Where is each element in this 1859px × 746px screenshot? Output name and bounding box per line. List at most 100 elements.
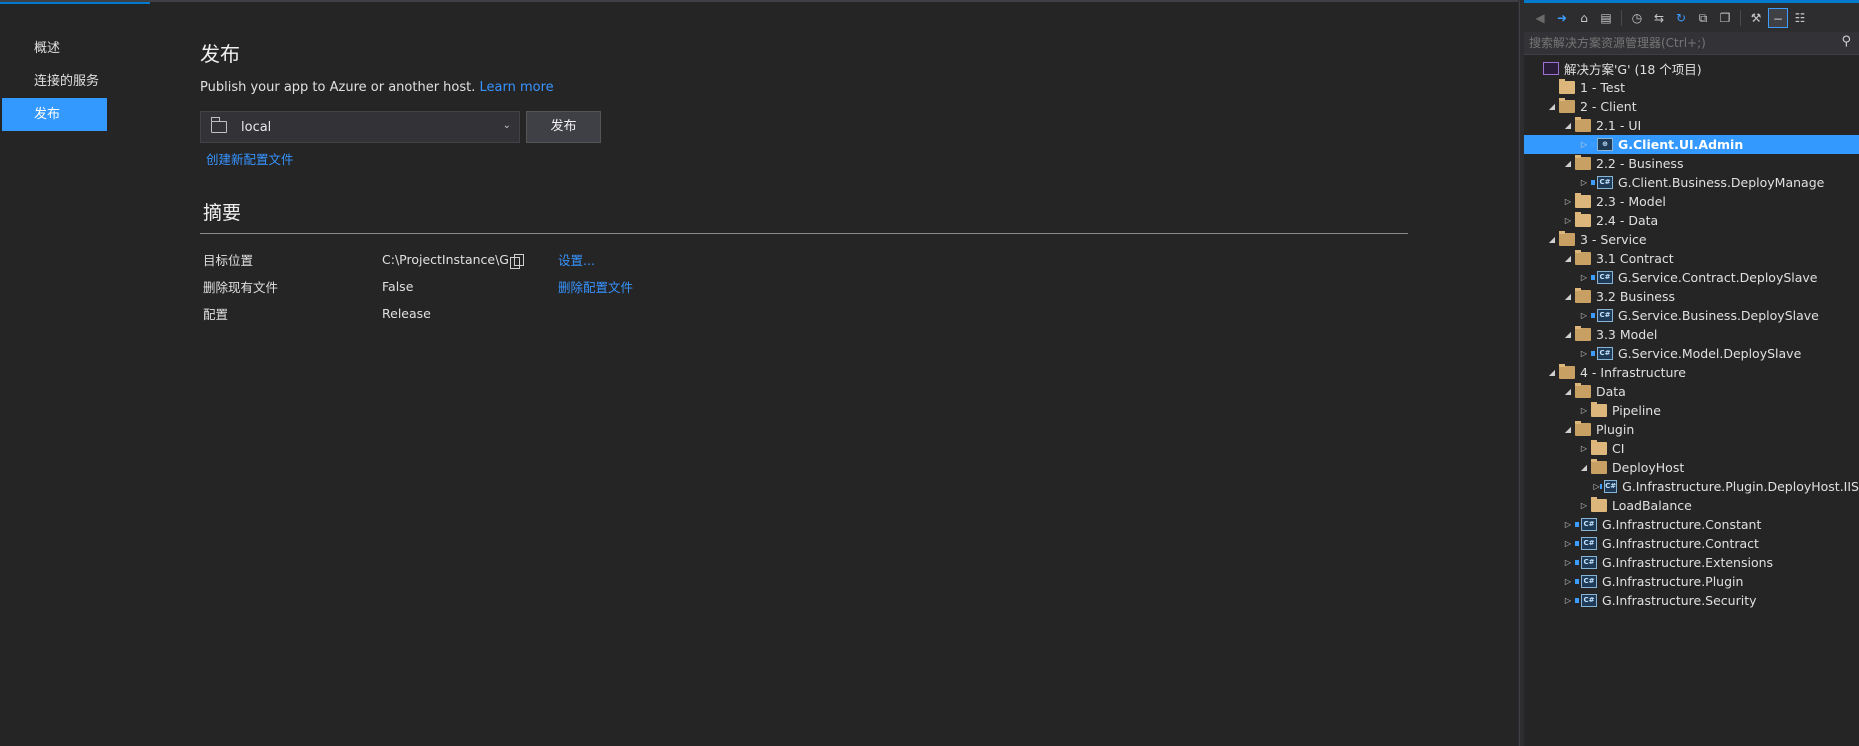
publish-button[interactable]: 发布 <box>526 111 601 143</box>
expanded-arrow-icon[interactable]: ◢ <box>1561 425 1575 434</box>
refresh-icon[interactable]: ↻ <box>1671 8 1691 28</box>
folder-open-icon <box>1575 326 1591 341</box>
folder-icon <box>1591 440 1607 455</box>
csharp-project-icon: C# <box>1604 480 1618 493</box>
tree-node[interactable]: ◢ DeployHost <box>1524 458 1859 477</box>
expanded-arrow-icon[interactable]: ◢ <box>1577 463 1591 472</box>
pending-changes-icon[interactable]: ◷ <box>1627 8 1647 28</box>
csharp-project-icon: C# <box>1597 347 1613 360</box>
class-view-icon[interactable]: ☷ <box>1790 8 1810 28</box>
back-icon[interactable]: ◀ <box>1530 8 1550 28</box>
preview-icon[interactable]: − <box>1768 7 1788 28</box>
collapsed-arrow-icon[interactable]: ▷ <box>1577 273 1591 282</box>
collapsed-arrow-icon[interactable]: ▷ <box>1561 197 1575 206</box>
solution-icon <box>1543 62 1559 75</box>
forward-icon[interactable]: ➜ <box>1552 8 1572 28</box>
tree-node[interactable]: ▷ CI <box>1524 439 1859 458</box>
collapsed-arrow-icon[interactable]: ▷ <box>1577 178 1591 187</box>
expanded-arrow-icon[interactable]: ◢ <box>1561 159 1575 168</box>
tree-node[interactable]: ◢ 2 - Client <box>1524 97 1859 116</box>
collapsed-arrow-icon[interactable]: ▷ <box>1577 501 1591 510</box>
tree-node[interactable]: ▷ C# G.Infrastructure.Security <box>1524 591 1859 610</box>
collapsed-arrow-icon[interactable]: ▷ <box>1561 596 1575 605</box>
tree-node[interactable]: ▷ 2.4 - Data <box>1524 211 1859 230</box>
tree-node[interactable]: 1 - Test <box>1524 78 1859 97</box>
expanded-arrow-icon[interactable]: ◢ <box>1561 330 1575 339</box>
target-location-value: C:\ProjectInstance\G <box>382 252 509 267</box>
collapsed-arrow-icon[interactable]: ▷ <box>1561 558 1575 567</box>
tree-node[interactable]: ◢ 2.2 - Business <box>1524 154 1859 173</box>
collapsed-arrow-icon[interactable]: ▷ <box>1577 444 1591 453</box>
source-control-lock-icon <box>1575 522 1579 527</box>
collapsed-arrow-icon[interactable]: ▷ <box>1561 577 1575 586</box>
nav-item-connected-services[interactable]: 连接的服务 <box>2 65 107 98</box>
toolbar-separator <box>1621 9 1622 26</box>
collapsed-arrow-icon[interactable]: ▷ <box>1577 140 1591 149</box>
search-icon[interactable]: ⚲ <box>1841 34 1851 49</box>
expanded-arrow-icon[interactable]: ◢ <box>1545 235 1559 244</box>
expanded-arrow-icon[interactable]: ◢ <box>1561 254 1575 263</box>
copy-icon[interactable] <box>509 253 524 269</box>
tree-node[interactable]: ▷ ⊕ G.Client.UI.Admin <box>1524 135 1859 154</box>
tree-node[interactable]: ▷ C# G.Client.Business.DeployManage <box>1524 173 1859 192</box>
tree-node[interactable]: ◢ 2.1 - UI <box>1524 116 1859 135</box>
nav-item-publish[interactable]: 发布 <box>2 98 107 131</box>
delete-profile-link[interactable]: 删除配置文件 <box>558 277 633 296</box>
tree-node-label: G.Client.Business.DeployManage <box>1618 175 1825 190</box>
collapsed-arrow-icon[interactable]: ▷ <box>1577 311 1591 320</box>
tree-node[interactable]: ◢ 3.3 Model <box>1524 325 1859 344</box>
tree-node[interactable]: ▷ 2.3 - Model <box>1524 192 1859 211</box>
collapsed-arrow-icon[interactable]: ▷ <box>1577 406 1591 415</box>
tree-node[interactable]: ◢ 3 - Service <box>1524 230 1859 249</box>
tree-node-label: 2.2 - Business <box>1596 156 1684 171</box>
expanded-arrow-icon[interactable]: ◢ <box>1561 387 1575 396</box>
left-navigation: 概述 连接的服务 发布 <box>2 32 107 131</box>
switch-views-icon[interactable]: ▤ <box>1596 8 1616 28</box>
tree-node[interactable]: ◢ 4 - Infrastructure <box>1524 363 1859 382</box>
tree-node-label: 3.3 Model <box>1596 327 1658 342</box>
tree-node[interactable]: ◢ 3.2 Business <box>1524 287 1859 306</box>
tree-node[interactable]: ◢ 3.1 Contract <box>1524 249 1859 268</box>
learn-more-link[interactable]: Learn more <box>480 80 554 95</box>
tree-node[interactable]: ▷ C# G.Infrastructure.Plugin.DeployHost.II… <box>1524 477 1859 496</box>
collapsed-arrow-icon[interactable]: ▷ <box>1593 482 1600 491</box>
settings-link[interactable]: 设置... <box>558 250 595 269</box>
sync-icon[interactable]: ⇆ <box>1649 8 1669 28</box>
tree-node[interactable]: ▷ C# G.Infrastructure.Contract <box>1524 534 1859 553</box>
tree-node[interactable]: 解决方案'G' (18 个项目) <box>1524 59 1859 78</box>
tree-node[interactable]: ◢ Plugin <box>1524 420 1859 439</box>
tree-node[interactable]: ▷ LoadBalance <box>1524 496 1859 515</box>
collapsed-arrow-icon[interactable]: ▷ <box>1561 539 1575 548</box>
tree-node[interactable]: ▷ C# G.Infrastructure.Extensions <box>1524 553 1859 572</box>
collapsed-arrow-icon[interactable]: ▷ <box>1561 520 1575 529</box>
publish-profile-dropdown[interactable]: local ⌄ <box>200 111 520 143</box>
subtitle-text: Publish your app to Azure or another hos… <box>200 80 476 95</box>
tree-node-label: 2 - Client <box>1580 99 1637 114</box>
search-input[interactable] <box>1529 36 1819 50</box>
tree-node-label: 3.2 Business <box>1596 289 1675 304</box>
chevron-down-icon: ⌄ <box>502 120 511 131</box>
expanded-arrow-icon[interactable]: ◢ <box>1545 102 1559 111</box>
folder-open-icon <box>1575 421 1591 436</box>
show-all-files-icon[interactable]: ❐ <box>1715 8 1735 28</box>
tree-node[interactable]: ▷ C# G.Infrastructure.Constant <box>1524 515 1859 534</box>
collapsed-arrow-icon[interactable]: ▷ <box>1577 349 1591 358</box>
collapse-all-icon[interactable]: ⧉ <box>1693 8 1713 28</box>
collapsed-arrow-icon[interactable]: ▷ <box>1561 216 1575 225</box>
toolbar-separator <box>1740 9 1741 26</box>
properties-icon[interactable]: ⚒ <box>1746 8 1766 28</box>
nav-item-overview[interactable]: 概述 <box>2 32 107 65</box>
tree-node-label: 2.3 - Model <box>1596 194 1666 209</box>
solution-search-box[interactable]: ⚲ <box>1524 32 1859 55</box>
tree-node[interactable]: ▷ C# G.Service.Model.DeploySlave <box>1524 344 1859 363</box>
create-profile-link[interactable]: 创建新配置文件 <box>206 149 1410 168</box>
tree-node[interactable]: ▷ C# G.Service.Contract.DeploySlave <box>1524 268 1859 287</box>
expanded-arrow-icon[interactable]: ◢ <box>1561 292 1575 301</box>
expanded-arrow-icon[interactable]: ◢ <box>1545 368 1559 377</box>
tree-node[interactable]: ▷ C# G.Service.Business.DeploySlave <box>1524 306 1859 325</box>
expanded-arrow-icon[interactable]: ◢ <box>1561 121 1575 130</box>
home-icon[interactable]: ⌂ <box>1574 8 1594 28</box>
tree-node[interactable]: ▷ Pipeline <box>1524 401 1859 420</box>
tree-node[interactable]: ◢ Data <box>1524 382 1859 401</box>
tree-node[interactable]: ▷ C# G.Infrastructure.Plugin <box>1524 572 1859 591</box>
